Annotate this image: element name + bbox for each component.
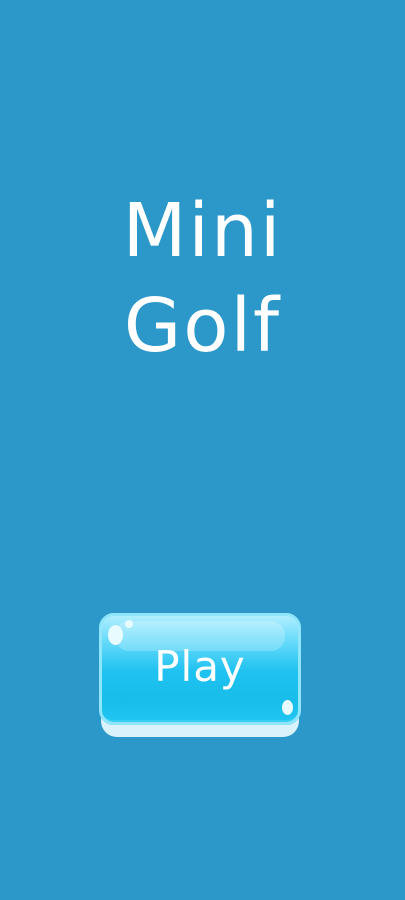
play-button-label: Play bbox=[154, 642, 246, 691]
play-button-container: Play bbox=[99, 613, 301, 737]
game-title-line-2: Golf bbox=[123, 283, 282, 369]
game-title-line-1: Mini bbox=[122, 188, 283, 274]
game-title: Mini Golf bbox=[0, 184, 405, 374]
highlight-bubble-icon bbox=[125, 620, 133, 628]
title-screen: Mini Golf Play bbox=[0, 0, 405, 900]
play-button[interactable]: Play bbox=[99, 613, 301, 725]
highlight-bubble-icon bbox=[282, 700, 293, 715]
